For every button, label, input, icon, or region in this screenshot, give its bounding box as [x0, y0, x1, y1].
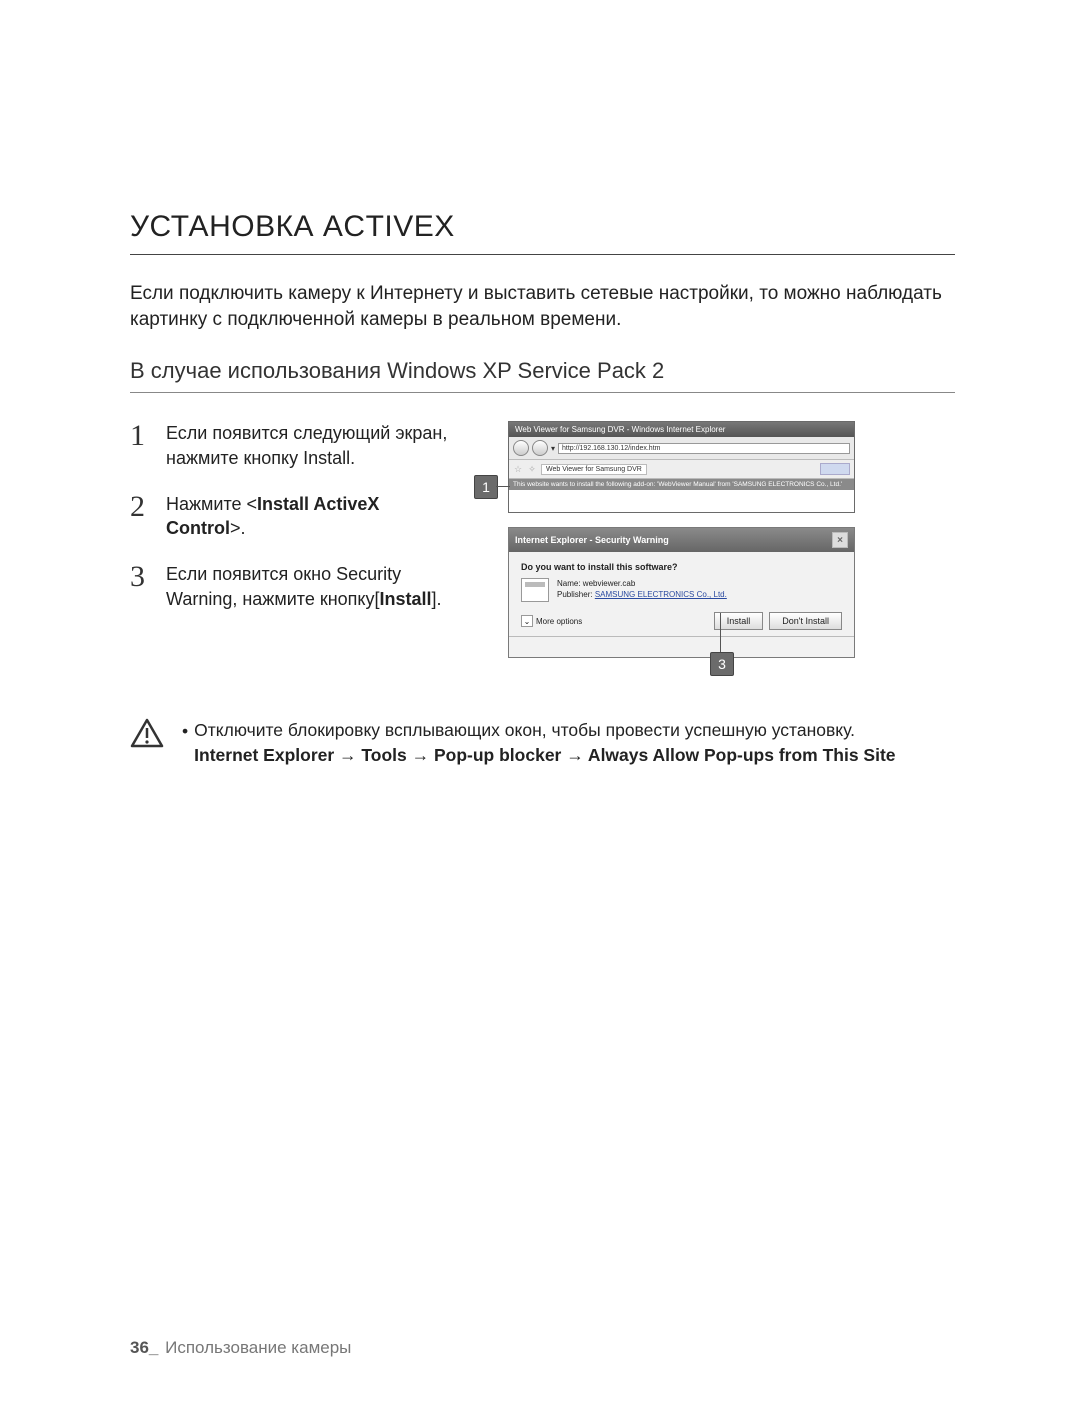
activex-info-bar[interactable]: This website wants to install the follow…	[509, 479, 854, 490]
callout-badge-3: 3	[710, 652, 734, 676]
step-text: Если появится следующий экран, нажмите к…	[166, 421, 460, 470]
close-icon[interactable]: ×	[832, 532, 848, 548]
software-info: Name: webviewer.cab Publisher: SAMSUNG E…	[521, 578, 842, 602]
page-number: 36_	[130, 1338, 158, 1357]
step-number: 1	[130, 421, 150, 470]
chevron-down-icon: ⌄	[521, 615, 533, 627]
dialog-title: Internet Explorer - Security Warning	[515, 535, 669, 545]
dialog-title-bar: Internet Explorer - Security Warning ×	[509, 528, 854, 552]
warning-note: • Отключите блокировку всплывающих окон,…	[130, 718, 955, 767]
note-sentence: Отключите блокировку всплывающих окон, ч…	[194, 720, 855, 740]
infobar-text: This website wants to install the follow…	[513, 481, 842, 488]
note-menu-path: Internet Explorer → Tools → Pop-up block…	[194, 745, 895, 765]
steps-column: 1 Если появится следующий экран, нажмите…	[130, 421, 460, 633]
ie-window: Web Viewer for Samsung DVR - Windows Int…	[508, 421, 855, 513]
callout-badge-1: 1	[474, 475, 498, 499]
name-label: Name:	[557, 579, 581, 588]
step-3: 3 Если появится окно Security Warning, н…	[130, 562, 460, 611]
install-button[interactable]: Install	[714, 612, 764, 630]
page-title: УСТАНОВКА ACTIVEX	[130, 210, 955, 255]
new-tab-stub[interactable]	[820, 463, 850, 475]
nav-forward-icon[interactable]	[532, 440, 548, 456]
tabs-row: ☆ ✧ Web Viewer for Samsung DVR	[509, 460, 854, 479]
step-number: 2	[130, 492, 150, 541]
more-options-toggle[interactable]: ⌄ More options	[521, 615, 582, 627]
add-favorites-icon[interactable]: ✧	[527, 464, 537, 474]
software-name: webviewer.cab	[583, 579, 635, 588]
screenshots-column: 1 Web Viewer for Samsung DVR - Windows I…	[480, 421, 955, 658]
callout-line	[496, 486, 510, 487]
step-2: 2 Нажмите <Install ActiveX Control>.	[130, 492, 460, 541]
step-text: Нажмите <Install ActiveX Control>.	[166, 492, 460, 541]
step-1: 1 Если появится следующий экран, нажмите…	[130, 421, 460, 470]
step-text: Если появится окно Security Warning, наж…	[166, 562, 460, 611]
step-number: 3	[130, 562, 150, 611]
publisher-label: Publisher:	[557, 590, 593, 599]
footer-section: Использование камеры	[165, 1338, 351, 1357]
publisher-link[interactable]: SAMSUNG ELECTRONICS Co., Ltd.	[595, 590, 727, 599]
dialog-question: Do you want to install this software?	[521, 562, 842, 572]
page-footer: 36_ Использование камеры	[130, 1338, 351, 1358]
address-bar-row: ▾ http://192.168.130.12/index.htm	[509, 437, 854, 460]
dropdown-icon[interactable]: ▾	[551, 444, 555, 453]
two-column-layout: 1 Если появится следующий экран, нажмите…	[130, 421, 955, 658]
url-input[interactable]: http://192.168.130.12/index.htm	[558, 443, 850, 454]
package-icon	[521, 578, 549, 602]
sub-heading: В случае использования Windows XP Servic…	[130, 358, 955, 393]
intro-paragraph: Если подключить камеру к Интернету и выс…	[130, 281, 955, 332]
nav-back-icon[interactable]	[513, 440, 529, 456]
security-warning-dialog: Internet Explorer - Security Warning × D…	[508, 527, 855, 658]
bullet-icon: •	[182, 719, 188, 767]
dont-install-button[interactable]: Don't Install	[769, 612, 842, 630]
browser-body	[509, 490, 854, 512]
window-title: Web Viewer for Samsung DVR - Windows Int…	[509, 422, 854, 437]
browser-tab[interactable]: Web Viewer for Samsung DVR	[541, 464, 647, 475]
warning-triangle-icon	[130, 718, 164, 748]
callout-line	[720, 613, 721, 653]
manual-page: УСТАНОВКА ACTIVEX Если подключить камеру…	[0, 0, 1080, 1414]
favorites-star-icon[interactable]: ☆	[513, 464, 523, 474]
